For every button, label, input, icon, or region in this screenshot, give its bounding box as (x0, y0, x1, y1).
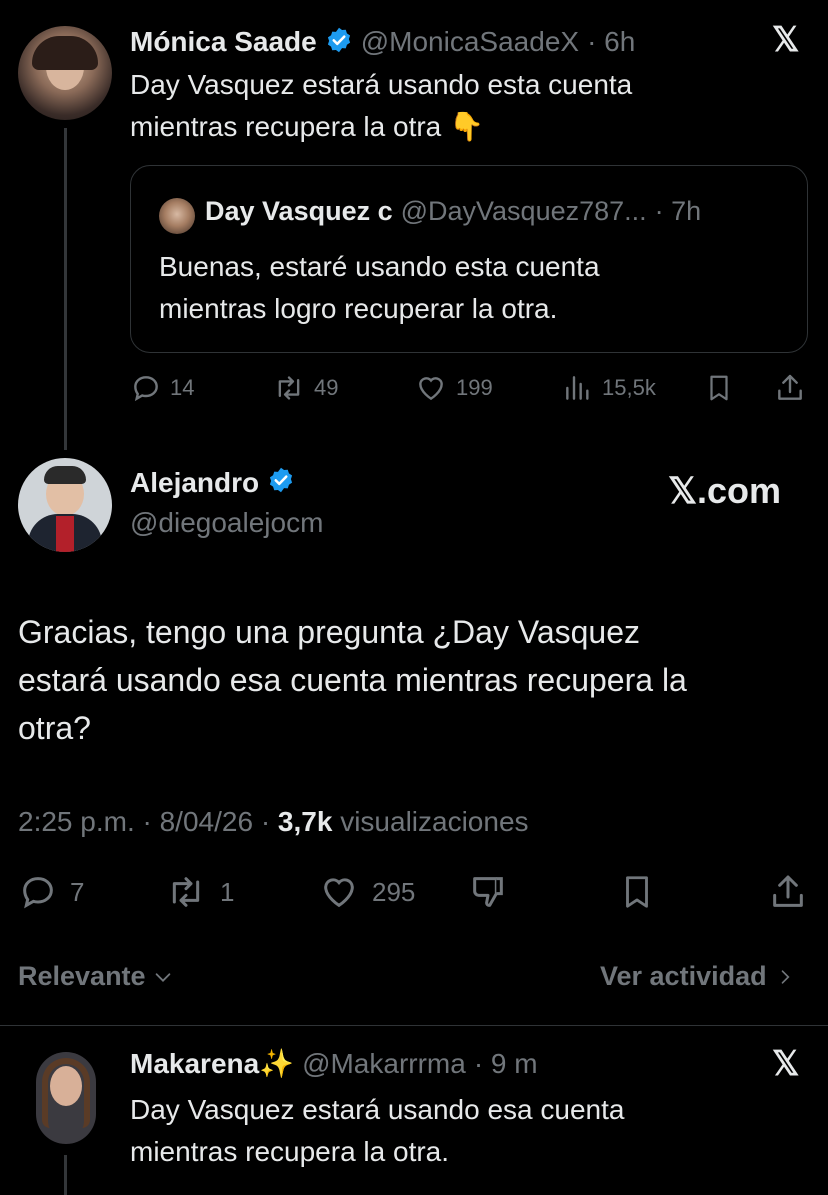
tweet-text-line: Gracias, tengo una pregunta ¿Day Vasquez (18, 614, 640, 650)
view-count: 15,5k (602, 375, 656, 400)
thumbs-down-icon (473, 877, 503, 907)
tweet-text-line: estará usando esa cuenta mientras recupe… (18, 662, 687, 698)
quote-author-name: Day Vasquez c (205, 196, 393, 226)
sparkles-emoji-icon: ✨ (259, 1048, 295, 1079)
views-label: visualizaciones (340, 806, 529, 837)
thread-line (64, 1155, 67, 1195)
tweet-text-line: Day Vasquez estará usando esa cuenta (130, 1094, 625, 1125)
share-icon (778, 374, 802, 400)
like-count: 199 (456, 375, 493, 400)
repost-button[interactable]: 49 (272, 372, 338, 404)
tweet-header: Mónica Saade @MonicaSaadeX · 6h (130, 24, 635, 60)
dislike-button[interactable] (468, 872, 508, 917)
repost-count: 49 (314, 375, 339, 400)
author-handle[interactable]: @diegoalejocm (130, 507, 323, 539)
tweet-text-line: Day Vasquez estará usando esta cuenta (130, 69, 633, 100)
avatar[interactable] (36, 1052, 96, 1144)
heart-icon (419, 377, 443, 401)
author-handle[interactable]: @MonicaSaadeX (361, 26, 579, 58)
views-button[interactable]: 15,5k (562, 372, 656, 404)
quote-text-line: mientras logro recuperar la otra. (159, 293, 558, 324)
tweet-text-line: mientras recupera la otra. (130, 1136, 450, 1167)
reply-count: 14 (170, 375, 195, 400)
share-icon (773, 875, 803, 907)
repost-count: 1 (220, 876, 235, 907)
like-button[interactable]: 199 (414, 372, 493, 404)
author-name-text: Makarena (130, 1048, 260, 1079)
quote-author-handle: @DayVasquez787... (400, 196, 647, 226)
chevron-right-icon (781, 969, 790, 984)
reply-icon (134, 376, 158, 402)
chevron-down-icon (155, 972, 170, 982)
bookmark-icon (710, 375, 728, 401)
repost-icon (172, 877, 200, 907)
share-button[interactable] (774, 372, 806, 409)
quote-avatar (159, 198, 195, 234)
tweet-text-line: mientras recupera la otra (130, 111, 442, 142)
quote-time: · 7h (654, 196, 702, 226)
x-logo-icon: 𝕏 (772, 21, 800, 59)
reply-icon (23, 877, 53, 909)
sort-label: Relevante (18, 961, 146, 991)
author-name[interactable]: Makarena✨ (130, 1047, 294, 1080)
like-button[interactable]: 295 (318, 872, 415, 912)
view-activity-label: Ver actividad (600, 961, 767, 991)
avatar[interactable] (18, 458, 112, 552)
heart-icon (324, 878, 354, 908)
thread-line (64, 128, 67, 450)
tweet-time[interactable]: · 6h (587, 26, 635, 58)
tweet-text: Gracias, tengo una pregunta ¿Day Vasquez… (18, 608, 818, 752)
tweet-header: Makarena✨ @Makarrrma · 9 m (130, 1047, 538, 1080)
tweet-meta: 2:25 p.m. · 8/04/26 · 3,7k visualizacion… (18, 806, 529, 838)
share-button[interactable] (768, 872, 808, 917)
analytics-icon (566, 376, 589, 400)
bookmark-button[interactable] (704, 372, 734, 409)
quote-text-line: Buenas, estaré usando esta cuenta (159, 251, 600, 282)
author-handle[interactable]: @Makarrrma (302, 1048, 466, 1080)
tweet-text: Day Vasquez estará usando esa cuenta mie… (130, 1089, 810, 1173)
avatar[interactable] (18, 26, 112, 120)
author-name[interactable]: Alejandro (130, 467, 259, 499)
tweet-text-line: otra? (18, 710, 91, 746)
repost-icon (278, 376, 300, 400)
quote-text: Buenas, estaré usando esta cuenta mientr… (159, 246, 799, 330)
reply-count: 7 (70, 876, 85, 907)
views-count: 3,7k (277, 806, 333, 837)
reply-button[interactable]: 14 (130, 372, 194, 404)
divider (0, 1025, 828, 1026)
verified-badge-icon (325, 26, 353, 59)
tweet-timestamp[interactable]: 2:25 p.m. · 8/04/26 · (18, 806, 270, 837)
x-com-watermark: 𝕏.com (668, 470, 782, 511)
tweet-header: Alejandro (130, 466, 295, 499)
x-logo-icon: 𝕏 (772, 1045, 800, 1083)
pointing-down-emoji-icon: 👇 (449, 111, 484, 142)
tweet-text: Day Vasquez estará usando esta cuenta mi… (130, 64, 810, 148)
sort-relevant-dropdown[interactable]: Relevante (18, 961, 174, 992)
bookmark-icon (626, 876, 648, 908)
tweet-time[interactable]: · 9 m (474, 1048, 538, 1080)
repost-button[interactable]: 1 (164, 872, 234, 912)
like-count: 295 (372, 876, 416, 907)
author-name[interactable]: Mónica Saade (130, 26, 317, 58)
verified-badge-icon (267, 466, 295, 499)
quoted-tweet[interactable]: Day Vasquez c @DayVasquez787... · 7h Bue… (130, 165, 808, 353)
reply-button[interactable]: 7 (18, 872, 84, 912)
view-activity-link[interactable]: Ver actividad (600, 961, 795, 992)
bookmark-button[interactable] (618, 872, 656, 917)
